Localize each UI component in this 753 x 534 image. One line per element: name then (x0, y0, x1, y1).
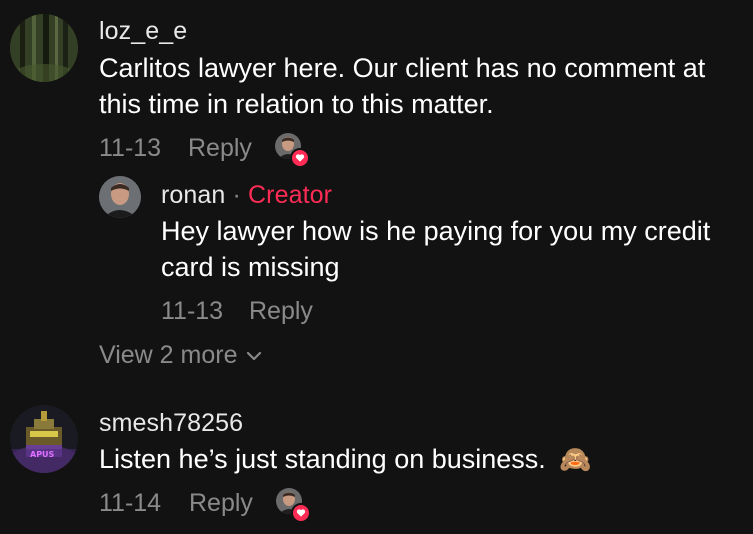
comment-text-line: Listen he’s just standing on business. 🙈 (99, 441, 592, 477)
heart-icon (290, 148, 310, 168)
reply-button[interactable]: Reply (188, 134, 252, 163)
reply-username[interactable]: ronan (161, 181, 225, 209)
view-more-label: View 2 more (99, 341, 238, 369)
avatar[interactable]: APUS (10, 405, 78, 473)
avatar[interactable] (10, 14, 78, 82)
reply-text-line: card is missing (161, 252, 340, 282)
see-no-evil-monkey-emoji: 🙈 (559, 444, 592, 474)
liked-by-creator-indicator (276, 488, 311, 523)
comment-date: 11-14 (99, 489, 162, 517)
creator-badge: Creator (247, 181, 333, 209)
chevron-down-icon (246, 351, 261, 360)
comment-username[interactable]: loz_e_e (99, 17, 187, 46)
comment-text: Listen he’s just standing on business. (99, 444, 546, 474)
reply-header: ronan · Creator (161, 181, 332, 210)
forest-avatar-image (10, 14, 78, 82)
building-lights-avatar-image: APUS (10, 405, 78, 473)
comment-username[interactable]: smesh78256 (99, 409, 243, 438)
man-avatar-image (99, 176, 141, 218)
avatar-sign-text: APUS (30, 450, 55, 459)
comment-text-line: this time in relation to this matter. (99, 89, 494, 119)
comment-text-line: Carlitos lawyer here. Our client has no … (99, 53, 706, 83)
liked-by-creator-indicator (275, 133, 310, 168)
reply-button[interactable]: Reply (189, 489, 253, 518)
avatar[interactable] (99, 176, 141, 218)
heart-icon (291, 503, 311, 523)
view-more-replies-button[interactable]: View 2 more (99, 341, 262, 370)
reply-date: 11-13 (161, 297, 224, 325)
comment-date: 11-13 (99, 134, 162, 162)
separator-dot: · (232, 181, 241, 209)
reply-text-line: Hey lawyer how is he paying for you my c… (161, 216, 711, 246)
reply-button[interactable]: Reply (249, 297, 313, 326)
